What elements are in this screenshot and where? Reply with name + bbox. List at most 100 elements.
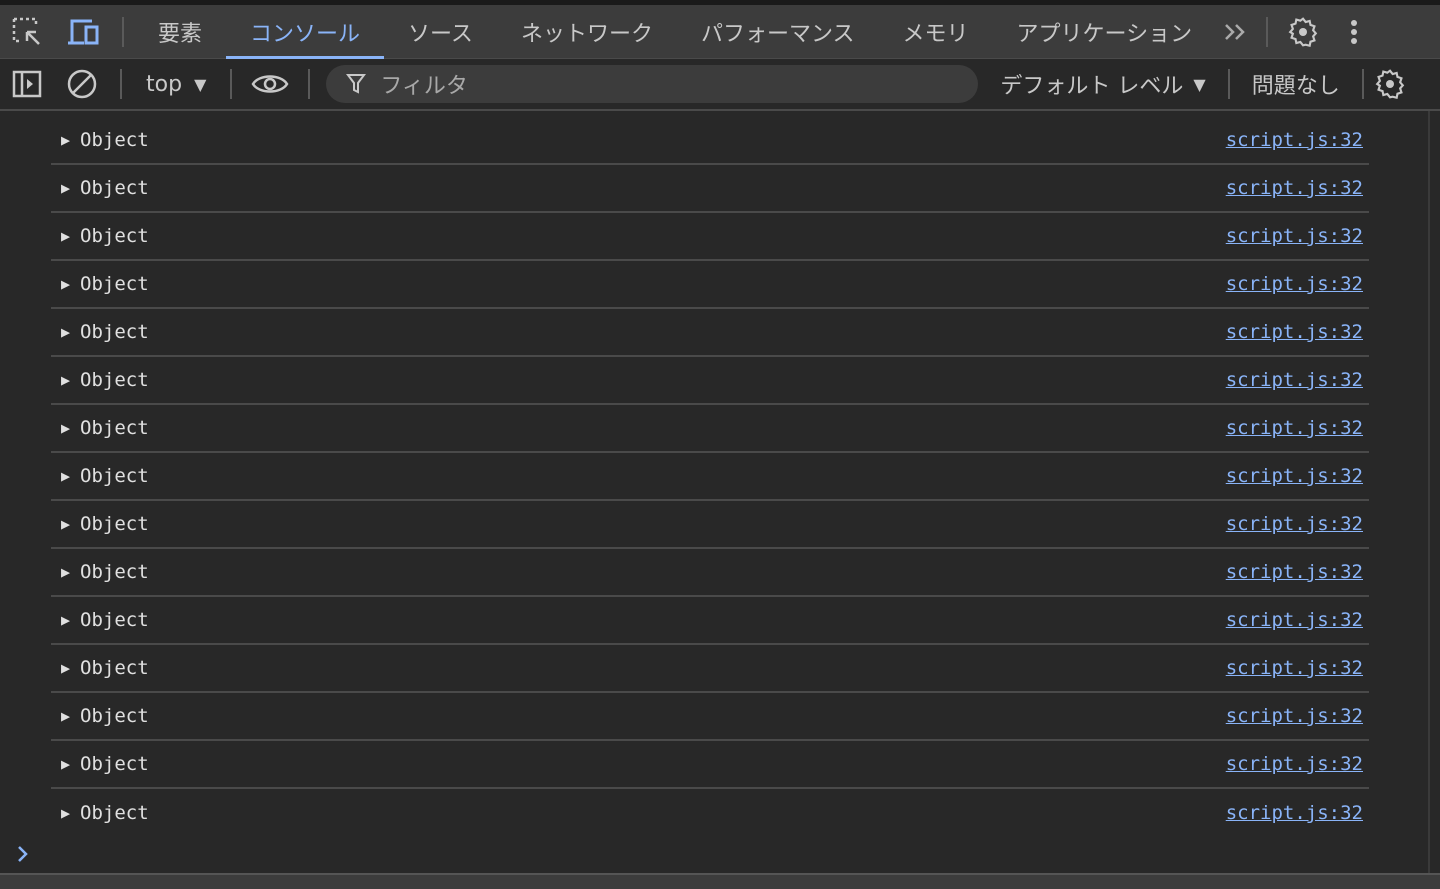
tab-1[interactable]: コンソール	[226, 5, 385, 59]
log-message: Object	[80, 802, 149, 824]
expand-triangle-icon[interactable]: ▶	[61, 275, 70, 293]
expand-triangle-icon[interactable]: ▶	[61, 659, 70, 677]
source-link[interactable]: script.js:32	[1226, 753, 1369, 775]
log-message: Object	[80, 273, 149, 295]
tab-3[interactable]: ネットワーク	[497, 5, 677, 59]
expand-triangle-icon[interactable]: ▶	[61, 755, 70, 773]
log-message: Object	[80, 369, 149, 391]
expand-triangle-icon[interactable]: ▶	[61, 131, 70, 149]
expand-triangle-icon[interactable]: ▶	[61, 371, 70, 389]
expand-triangle-icon[interactable]: ▶	[61, 323, 70, 341]
console-log-row: ▶ Object script.js:32	[51, 309, 1369, 357]
expand-triangle-icon[interactable]: ▶	[61, 227, 70, 245]
log-message: Object	[80, 705, 149, 727]
expand-object[interactable]: ▶ Object	[51, 129, 149, 151]
sidebar-toggle-icon[interactable]	[0, 70, 54, 98]
filter-funnel-icon	[346, 74, 367, 94]
issues-counter[interactable]: 問題なし	[1230, 68, 1362, 100]
expand-triangle-icon[interactable]: ▶	[61, 515, 70, 533]
log-message: Object	[80, 129, 149, 151]
clear-console-icon[interactable]	[54, 68, 110, 100]
expand-triangle-icon[interactable]: ▶	[61, 707, 70, 725]
expand-object[interactable]: ▶ Object	[51, 177, 149, 199]
more-tabs-icon[interactable]	[1216, 22, 1256, 42]
source-link[interactable]: script.js:32	[1226, 513, 1369, 535]
source-link[interactable]: script.js:32	[1226, 417, 1369, 439]
source-link[interactable]: script.js:32	[1226, 465, 1369, 487]
tab-4[interactable]: パフォーマンス	[677, 5, 879, 59]
expand-triangle-icon[interactable]: ▶	[61, 563, 70, 581]
devtools-tabbar: 要素 コンソール ソース ネットワーク パフォーマンス メモリ アプリケーション	[0, 5, 1440, 59]
context-selector[interactable]: top ▼	[132, 72, 220, 97]
console-log-row: ▶ Object script.js:32	[51, 597, 1369, 645]
expand-triangle-icon[interactable]: ▶	[61, 611, 70, 629]
console-settings-gear-icon[interactable]	[1364, 68, 1416, 100]
source-link[interactable]: script.js:32	[1226, 321, 1369, 343]
divider	[308, 69, 311, 99]
expand-object[interactable]: ▶ Object	[51, 561, 149, 583]
expand-object[interactable]: ▶ Object	[51, 657, 149, 679]
expand-object[interactable]: ▶ Object	[51, 753, 149, 775]
inspect-element-icon[interactable]	[0, 16, 54, 48]
console-log-row: ▶ Object script.js:32	[51, 165, 1369, 213]
source-link[interactable]: script.js:32	[1226, 657, 1369, 679]
source-link[interactable]: script.js:32	[1226, 561, 1369, 583]
dropdown-arrow-icon: ▼	[1193, 74, 1206, 94]
log-message: Object	[80, 753, 149, 775]
expand-object[interactable]: ▶ Object	[51, 369, 149, 391]
expand-object[interactable]: ▶ Object	[51, 465, 149, 487]
divider	[122, 16, 124, 47]
settings-gear-icon[interactable]	[1278, 16, 1328, 48]
source-link[interactable]: script.js:32	[1226, 609, 1369, 631]
source-link[interactable]: script.js:32	[1226, 225, 1369, 247]
source-link[interactable]: script.js:32	[1226, 369, 1369, 391]
expand-object[interactable]: ▶ Object	[51, 321, 149, 343]
expand-object[interactable]: ▶ Object	[51, 705, 149, 727]
console-log-row: ▶ Object script.js:32	[51, 549, 1369, 597]
source-link[interactable]: script.js:32	[1226, 129, 1369, 151]
expand-object[interactable]: ▶ Object	[51, 417, 149, 439]
divider	[1266, 16, 1269, 47]
console-log-row: ▶ Object script.js:32	[51, 645, 1369, 693]
expand-triangle-icon[interactable]: ▶	[61, 419, 70, 437]
tab-0[interactable]: 要素	[134, 5, 226, 59]
more-options-icon[interactable]	[1334, 19, 1374, 45]
tab-6[interactable]: アプリケーション	[993, 5, 1217, 59]
log-message: Object	[80, 465, 149, 487]
device-toolbar-icon[interactable]	[54, 18, 112, 46]
expand-object[interactable]: ▶ Object	[51, 609, 149, 631]
source-link[interactable]: script.js:32	[1226, 177, 1369, 199]
log-message: Object	[80, 225, 149, 247]
expand-object[interactable]: ▶ Object	[51, 802, 149, 824]
log-levels-dropdown[interactable]: デフォルト レベル ▼	[978, 68, 1227, 100]
tab-5[interactable]: メモリ	[879, 5, 993, 59]
filter-placeholder: フィルタ	[380, 74, 468, 99]
console-toolbar: top ▼ フィルタ デフォルト レベル ▼ 問題なし	[0, 59, 1440, 111]
context-label: top	[146, 71, 183, 97]
log-message: Object	[80, 561, 149, 583]
source-link[interactable]: script.js:32	[1226, 273, 1369, 295]
expand-triangle-icon[interactable]: ▶	[61, 467, 70, 485]
console-log-row: ▶ Object script.js:32	[51, 117, 1369, 165]
expand-triangle-icon[interactable]: ▶	[61, 179, 70, 197]
console-log-row: ▶ Object script.js:32	[51, 693, 1369, 741]
log-levels-label: デフォルト レベル	[1000, 74, 1184, 99]
console-log-row: ▶ Object script.js:32	[51, 405, 1369, 453]
tab-2[interactable]: ソース	[384, 5, 497, 59]
live-expression-eye-icon[interactable]	[242, 72, 298, 96]
console-log-row: ▶ Object script.js:32	[51, 501, 1369, 549]
expand-object[interactable]: ▶ Object	[51, 513, 149, 535]
console-log-row: ▶ Object script.js:32	[51, 213, 1369, 261]
filter-input[interactable]: フィルタ	[326, 65, 979, 103]
console-log-row: ▶ Object script.js:32	[51, 357, 1369, 405]
log-message: Object	[80, 177, 149, 199]
expand-object[interactable]: ▶ Object	[51, 273, 149, 295]
drawer-bottom-bar	[0, 873, 1440, 889]
console-log-row: ▶ Object script.js:32	[51, 261, 1369, 309]
source-link[interactable]: script.js:32	[1226, 705, 1369, 727]
expand-object[interactable]: ▶ Object	[51, 225, 149, 247]
console-prompt-chevron-icon[interactable]	[16, 845, 30, 867]
expand-triangle-icon[interactable]: ▶	[61, 804, 70, 822]
scrollbar[interactable]	[1428, 111, 1440, 873]
source-link[interactable]: script.js:32	[1226, 802, 1369, 824]
